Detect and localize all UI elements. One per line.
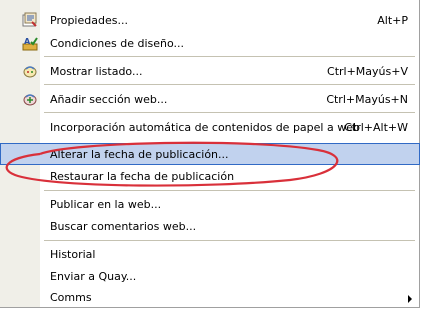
menu-item-shortcut: Alt+P (377, 14, 408, 27)
menu-item-properties[interactable]: Propiedades... Alt+P (0, 10, 420, 32)
design-checker-icon: A (22, 35, 38, 51)
menu-separator (44, 190, 415, 191)
menu-item-label: Buscar comentarios web... (50, 220, 197, 233)
menu-item-auto-paper-to-web[interactable]: Incorporación automática de contenidos d… (0, 117, 420, 139)
menu-item-comms[interactable]: Comms (0, 287, 420, 309)
menu-item-label: Incorporación automática de contenidos d… (50, 121, 360, 134)
context-menu: Propiedades... Alt+P A Condiciones de di… (0, 0, 420, 308)
menu-item-restore-publication-date[interactable]: Restaurar la fecha de publicación (0, 166, 420, 188)
menu-item-label: Condiciones de diseño... (50, 37, 185, 50)
list-icon (22, 63, 38, 79)
menu-item-design-checker[interactable]: A Condiciones de diseño... (0, 33, 420, 55)
properties-icon (22, 12, 38, 28)
menu-item-publish-to-web[interactable]: Publicar en la web... (0, 194, 420, 216)
menu-item-label: Propiedades... (50, 14, 128, 27)
menu-item-label: Mostrar listado... (50, 65, 143, 78)
menu-item-label: Historial (50, 248, 96, 261)
menu-item-show-list[interactable]: Mostrar listado... Ctrl+Mayús+V (0, 61, 420, 83)
menu-item-add-web-section[interactable]: Añadir sección web... Ctrl+Mayús+N (0, 89, 420, 111)
menu-item-alter-publication-date[interactable]: Alterar la fecha de publicación... (0, 143, 420, 165)
menu-item-find-web-comments[interactable]: Buscar comentarios web... (0, 216, 420, 238)
menu-item-send-to-quay[interactable]: Enviar a Quay... (0, 266, 420, 288)
menu-item-history[interactable]: Historial (0, 244, 420, 266)
menu-separator (44, 240, 415, 241)
svg-text:A: A (24, 37, 31, 46)
menu-item-label: Enviar a Quay... (50, 270, 137, 283)
menu-separator (44, 112, 415, 113)
menu-item-label: Añadir sección web... (50, 93, 168, 106)
menu-item-label: Alterar la fecha de publicación... (50, 148, 229, 161)
menu-separator (44, 84, 415, 85)
add-web-section-icon (22, 91, 38, 107)
menu-item-label: Restaurar la fecha de publicación (50, 170, 235, 183)
submenu-arrow-icon (408, 295, 412, 303)
menu-item-shortcut: Ctrl+Alt+W (344, 121, 408, 134)
menu-item-shortcut: Ctrl+Mayús+V (327, 65, 408, 78)
menu-separator (44, 56, 415, 57)
menu-item-shortcut: Ctrl+Mayús+N (326, 93, 408, 106)
menu-item-label: Comms (50, 291, 92, 304)
menu-item-label: Publicar en la web... (50, 198, 162, 211)
